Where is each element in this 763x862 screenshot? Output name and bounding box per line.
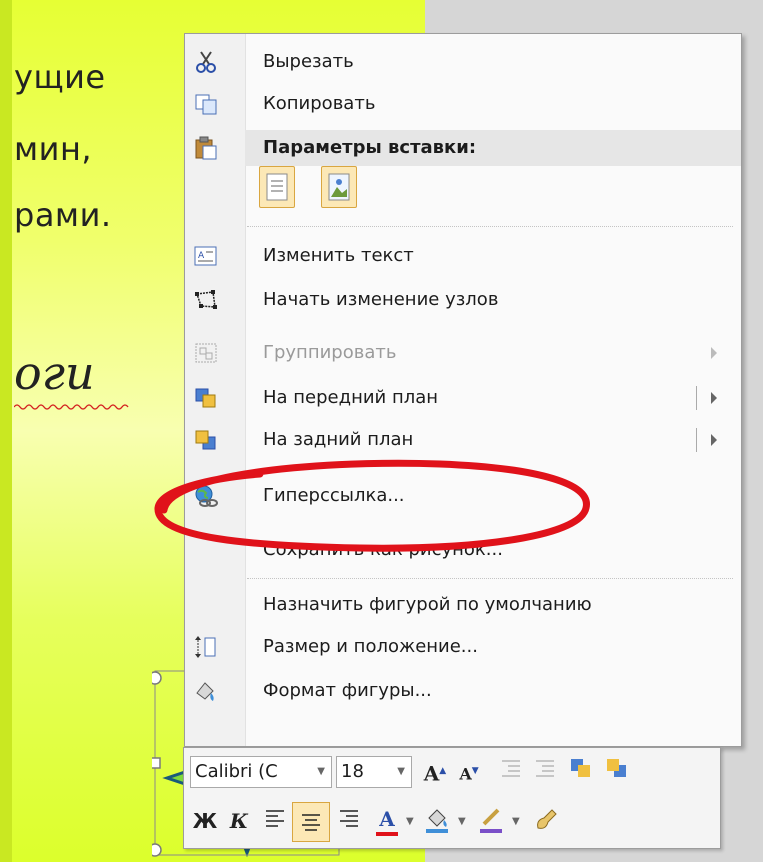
menu-label-size-position: Размер и положение... xyxy=(263,636,478,657)
menu-item-edit-points[interactable]: Начать изменение узлов xyxy=(185,280,741,320)
menu-label-group: Группировать xyxy=(263,342,397,363)
bring-to-front-icon xyxy=(571,759,590,777)
align-center-button[interactable] xyxy=(292,802,330,842)
format-painter-icon xyxy=(537,809,557,829)
paint-bucket-icon xyxy=(426,809,448,833)
font-color-swatch xyxy=(376,832,398,836)
edit-text-icon: A xyxy=(194,246,217,266)
italic-button[interactable]: К xyxy=(224,806,254,836)
menu-label-bring-forward: На передний план xyxy=(263,387,439,408)
menu-item-format-shape[interactable]: Формат фигуры... xyxy=(185,671,741,711)
align-left-icon xyxy=(266,810,284,827)
grow-font-button[interactable]: A▲ xyxy=(420,756,450,786)
increase-indent-icon xyxy=(536,760,554,777)
slide-text-line: ущие xyxy=(14,58,106,96)
decrease-indent-button[interactable] xyxy=(496,756,526,786)
paste-icon xyxy=(195,136,217,160)
menu-separator xyxy=(247,578,733,579)
menu-label-paste-options: Параметры вставки: xyxy=(263,137,477,158)
scissors-icon xyxy=(196,51,216,73)
copy-icon xyxy=(195,94,217,115)
align-right-button[interactable] xyxy=(334,806,364,836)
bring-forward-icon xyxy=(195,388,216,408)
font-name-combo[interactable]: Calibri (С ▼ xyxy=(190,756,332,788)
font-color-button[interactable]: A xyxy=(372,804,402,836)
align-right-icon xyxy=(340,810,358,827)
bold-button[interactable]: Ж xyxy=(190,806,220,836)
send-to-back-icon xyxy=(607,759,626,777)
italic-icon: К xyxy=(229,809,249,833)
edit-points-icon xyxy=(195,290,217,309)
menu-label-cut: Вырезать xyxy=(263,51,354,72)
group-icon xyxy=(195,343,217,363)
format-shape-icon xyxy=(196,682,214,701)
grow-font-icon: A xyxy=(423,761,440,786)
slide-italic-text: оги xyxy=(14,346,95,400)
slide-edge xyxy=(0,0,12,862)
menu-item-copy[interactable]: Копировать xyxy=(185,84,741,124)
pencil-icon xyxy=(480,808,502,833)
menu-label-edit-text: Изменить текст xyxy=(263,245,414,266)
shape-outline-button[interactable] xyxy=(476,806,506,836)
shrink-font-icon: A xyxy=(459,764,472,784)
picture-icon xyxy=(328,173,350,201)
bold-icon: Ж xyxy=(192,809,218,833)
font-name-value: Calibri (С xyxy=(195,761,278,782)
menu-item-size-position[interactable]: Размер и положение... xyxy=(185,627,741,667)
font-size-value: 18 xyxy=(341,761,364,782)
menu-item-paste-options: Параметры вставки: xyxy=(185,128,741,168)
paste-keep-text-only-button[interactable] xyxy=(259,166,295,208)
font-color-icon: A xyxy=(379,807,395,831)
chevron-down-icon[interactable]: ▼ xyxy=(458,816,466,827)
align-center-icon xyxy=(302,814,320,831)
increase-indent-button[interactable] xyxy=(530,756,560,786)
submenu-arrow-icon[interactable] xyxy=(711,392,717,404)
menu-item-group[interactable]: Группировать xyxy=(185,333,741,373)
menu-label-set-default-shape: Назначить фигурой по умолчанию xyxy=(263,594,592,615)
split-divider xyxy=(696,386,697,410)
menu-label-format-shape: Формат фигуры... xyxy=(263,680,432,701)
shape-fill-button[interactable] xyxy=(422,806,452,836)
slide-text-line: мин, xyxy=(14,130,93,168)
send-to-back-button[interactable] xyxy=(602,756,632,786)
menu-item-bring-forward[interactable]: На передний план xyxy=(185,378,741,418)
font-size-combo[interactable]: 18 ▼ xyxy=(336,756,412,788)
paste-picture-button[interactable] xyxy=(321,166,357,208)
format-painter-button[interactable] xyxy=(530,806,560,836)
svg-text:A: A xyxy=(198,251,205,261)
keep-text-only-icon xyxy=(266,173,288,201)
send-backward-icon xyxy=(195,430,216,450)
bring-to-front-button[interactable] xyxy=(566,756,596,786)
annotation-ellipse xyxy=(154,459,590,552)
submenu-arrow-icon[interactable] xyxy=(711,434,717,446)
submenu-arrow-icon xyxy=(711,347,717,359)
chevron-down-icon[interactable]: ▼ xyxy=(512,816,520,827)
chevron-down-icon[interactable]: ▼ xyxy=(317,757,325,787)
size-position-icon xyxy=(195,636,216,658)
menu-item-set-default-shape[interactable]: Назначить фигурой по умолчанию xyxy=(185,585,741,625)
mini-toolbar: Calibri (С ▼ 18 ▼ A▲ A▼ Ж К A ▼ ▼ ▼ xyxy=(183,747,721,849)
split-divider xyxy=(696,428,697,452)
chevron-down-icon[interactable]: ▼ xyxy=(406,816,414,827)
spellcheck-squiggle xyxy=(14,404,129,410)
shrink-font-button[interactable]: A▼ xyxy=(454,756,484,786)
menu-item-edit-text[interactable]: A Изменить текст xyxy=(185,236,741,276)
slide-text-line: рами. xyxy=(14,196,112,234)
chevron-down-icon[interactable]: ▼ xyxy=(397,757,405,787)
menu-label-copy: Копировать xyxy=(263,93,376,114)
context-menu: Вырезать Копировать Параметры вставки: A… xyxy=(184,33,742,747)
menu-separator xyxy=(247,226,733,227)
menu-label-edit-points: Начать изменение узлов xyxy=(263,289,499,310)
align-left-button[interactable] xyxy=(260,806,290,836)
decrease-indent-icon xyxy=(502,760,520,777)
menu-item-cut[interactable]: Вырезать xyxy=(185,42,741,82)
